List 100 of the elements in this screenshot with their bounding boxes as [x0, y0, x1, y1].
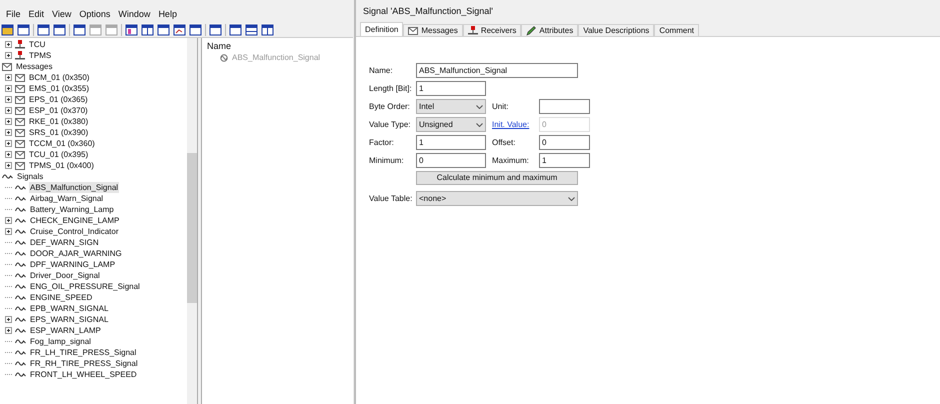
tree-item[interactable]: TPMS	[28, 50, 52, 61]
tree-item[interactable]: EMS_01 (0x355)	[28, 83, 90, 94]
dropdown[interactable]: Intel	[416, 99, 486, 114]
envelope-icon	[15, 84, 25, 92]
tab[interactable]: Receivers	[462, 24, 522, 36]
scroll-thumb[interactable]	[187, 153, 197, 303]
expand-icon[interactable]	[5, 129, 12, 136]
tree-item[interactable]: TCU_01 (0x395)	[28, 149, 90, 160]
calculate-button[interactable]: Calculate minimum and maximum	[416, 171, 578, 185]
tree-item[interactable]: TCCM_01 (0x360)	[28, 138, 96, 149]
menu-item[interactable]: View	[52, 8, 72, 22]
column-header[interactable]: Name	[207, 40, 353, 52]
tree-item[interactable]: ENG_OIL_PRESSURE_Signal	[29, 281, 141, 292]
wave-icon	[15, 217, 26, 224]
rows-icon[interactable]	[245, 24, 258, 36]
tree-item[interactable]: FR_RH_TIRE_PRESS_Signal	[29, 358, 139, 369]
expand-icon[interactable]	[5, 52, 12, 59]
wave-icon	[15, 228, 26, 235]
tree-item[interactable]: TPMS_01 (0x400)	[28, 160, 95, 171]
expand-icon[interactable]	[5, 316, 12, 323]
tree-item[interactable]: ESP_01 (0x370)	[28, 105, 89, 116]
field-label: Byte Order:	[369, 100, 411, 112]
expand-icon[interactable]	[5, 327, 12, 334]
length-field[interactable]: 1	[416, 81, 486, 96]
field-label: Minimum:	[369, 154, 405, 166]
expand-icon[interactable]	[5, 217, 12, 224]
tree-item[interactable]: Messages	[15, 61, 54, 72]
panel-icon[interactable]	[157, 24, 170, 36]
tree-item[interactable]: Airbag_Warn_Signal	[29, 193, 104, 204]
maximum-field[interactable]: 1	[539, 153, 590, 168]
menu-item[interactable]: Window	[118, 8, 150, 22]
panel-icon[interactable]	[189, 24, 202, 36]
tree-item[interactable]: DPF_WARNING_LAMP	[29, 259, 116, 270]
wave-icon	[2, 173, 13, 180]
expand-icon[interactable]	[5, 151, 12, 158]
menu-item[interactable]: Edit	[28, 8, 44, 22]
tree-item[interactable]: Fog_lamp_signal	[29, 336, 92, 347]
tree-item[interactable]: CHECK_ENGINE_LAMP	[29, 215, 120, 226]
expand-icon[interactable]	[5, 96, 12, 103]
tab[interactable]: Attributes	[521, 24, 578, 36]
expand-icon[interactable]	[5, 107, 12, 114]
tab[interactable]: Definition	[360, 22, 404, 36]
wave-icon	[15, 195, 26, 202]
menu-item[interactable]: Options	[79, 8, 110, 22]
tree-item[interactable]: DEF_WARN_SIGN	[29, 237, 100, 248]
tree-item[interactable]: ENGINE_SPEED	[29, 292, 94, 303]
tree-item[interactable]: BCM_01 (0x350)	[28, 72, 90, 83]
wave-icon	[15, 239, 26, 246]
expand-icon[interactable]	[5, 41, 12, 48]
scrollbar[interactable]	[187, 38, 197, 404]
minimum-field[interactable]: 0	[416, 153, 486, 168]
tab[interactable]: Comment	[654, 24, 699, 36]
offset-field[interactable]: 0	[539, 135, 590, 150]
expand-icon[interactable]	[5, 140, 12, 147]
wave-icon	[15, 250, 26, 257]
columns-icon[interactable]	[141, 24, 154, 36]
expand-icon[interactable]	[5, 228, 12, 235]
window-icon[interactable]	[73, 24, 86, 36]
expand-icon[interactable]	[5, 118, 12, 125]
menu-item[interactable]: File	[6, 8, 21, 22]
columns-icon[interactable]	[261, 24, 274, 36]
tree-item[interactable]: RKE_01 (0x380)	[28, 116, 90, 127]
expand-icon[interactable]	[5, 162, 12, 169]
dropdown[interactable]: Unsigned	[416, 117, 486, 132]
tree-item[interactable]: Cruise_Control_Indicator	[29, 226, 120, 237]
field-label: Unit:	[492, 100, 510, 112]
envelope-icon	[15, 106, 25, 114]
name-field[interactable]: ABS_Malfunction_Signal	[416, 63, 578, 78]
menu-item[interactable]: Help	[158, 8, 177, 22]
dropdown[interactable]: <none>	[416, 191, 578, 206]
field-label: Name:	[369, 64, 394, 76]
wave-icon	[15, 338, 26, 345]
tree-item[interactable]: DOOR_AJAR_WARNING	[29, 248, 123, 259]
tree-item[interactable]: EPS_WARN_SIGNAL	[29, 314, 110, 325]
envelope-icon	[15, 162, 25, 170]
field-label: Value Table:	[369, 192, 414, 204]
tree-item[interactable]: TCU	[28, 39, 46, 50]
expand-icon[interactable]	[5, 85, 12, 92]
tree-item[interactable]: FR_LH_TIRE_PRESS_Signal	[29, 347, 138, 358]
envelope-icon	[15, 150, 25, 158]
wave-icon	[15, 283, 26, 290]
wave-icon	[15, 305, 26, 312]
tab[interactable]: Value Descriptions	[578, 24, 654, 36]
expand-icon[interactable]	[5, 74, 12, 81]
tree-item[interactable]: Driver_Door_Signal	[29, 270, 101, 281]
wave-icon	[219, 54, 229, 62]
tree-item[interactable]: EPS_01 (0x365)	[28, 94, 89, 105]
tree-item[interactable]: FRONT_LH_WHEEL_SPEED	[29, 369, 138, 380]
tab[interactable]: Messages	[403, 24, 463, 36]
node-icon	[15, 40, 25, 49]
factor-field[interactable]: 1	[416, 135, 486, 150]
field-label: Length [Bit]:	[369, 82, 413, 94]
tree-item[interactable]: Battery_Warning_Lamp	[29, 204, 115, 215]
tree-item[interactable]: ABS_Malfunction_Signal	[29, 182, 120, 193]
tree-item[interactable]: ESP_WARN_LAMP	[29, 325, 102, 336]
tree-item[interactable]: SRS_01 (0x390)	[28, 127, 90, 138]
chart-icon[interactable]	[173, 24, 186, 36]
tree-item[interactable]: EPB_WARN_SIGNAL	[29, 303, 110, 314]
unit-field[interactable]	[539, 99, 590, 114]
tree-item[interactable]: Signals	[16, 171, 44, 182]
